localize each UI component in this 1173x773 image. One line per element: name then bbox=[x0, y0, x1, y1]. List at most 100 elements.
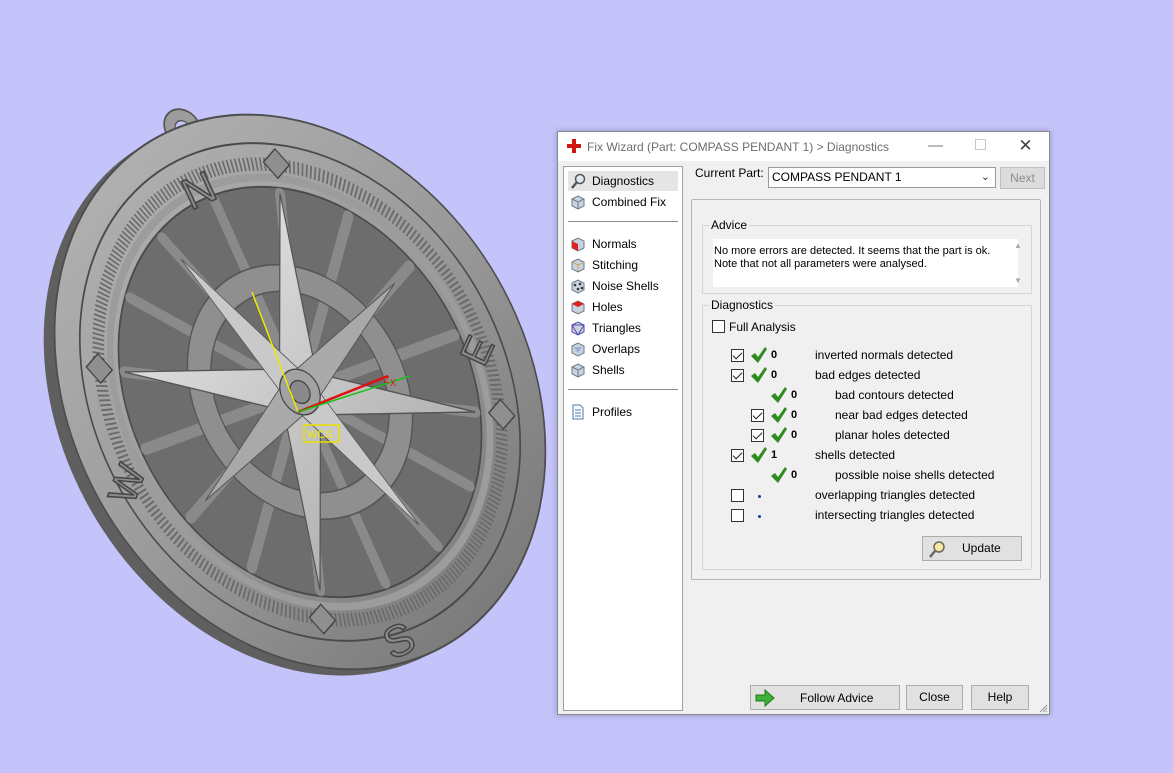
green-check-icon bbox=[771, 387, 787, 403]
nav-divider bbox=[568, 221, 678, 222]
advice-title: Advice bbox=[709, 218, 750, 232]
axis-z-label: Z bbox=[384, 375, 390, 385]
cube-icon bbox=[571, 195, 585, 210]
diagnostic-checkbox[interactable] bbox=[751, 409, 764, 422]
update-label: Update bbox=[962, 541, 1001, 555]
diagnostic-checkbox[interactable] bbox=[731, 449, 744, 462]
diagnostic-checkbox[interactable] bbox=[751, 429, 764, 442]
document-icon bbox=[572, 404, 584, 420]
wcs-label: WCS bbox=[307, 429, 333, 441]
nav-item-combined-fix[interactable]: Combined Fix bbox=[568, 192, 678, 212]
nav-label-diagnostics: Diagnostics bbox=[592, 174, 655, 188]
diagnostic-label: near bad edges detected bbox=[835, 408, 968, 422]
advice-line-1: No more errors are detected. It seems th… bbox=[714, 245, 991, 257]
diagnostic-label: bad edges detected bbox=[815, 368, 921, 382]
red-cross-icon bbox=[567, 139, 581, 153]
diagnostic-count: 0 bbox=[791, 469, 798, 481]
resize-grip-icon[interactable] bbox=[1038, 703, 1048, 713]
current-part-label: Current Part: bbox=[695, 166, 764, 180]
advice-line-2: Note that not all parameters were analys… bbox=[714, 258, 927, 270]
nav-divider bbox=[568, 389, 678, 390]
scroll-up-icon[interactable]: ▲ bbox=[1010, 241, 1026, 250]
magnifier-icon bbox=[571, 173, 586, 189]
diagnostic-count: 0 bbox=[771, 349, 778, 361]
normals-cube-icon bbox=[571, 237, 585, 252]
close-button[interactable]: Close bbox=[906, 685, 963, 710]
diagnostic-checkbox[interactable] bbox=[731, 509, 744, 522]
advice-text-box[interactable]: No more errors are detected. It seems th… bbox=[713, 239, 1018, 287]
diagnostics-title: Diagnostics bbox=[709, 298, 776, 312]
diagnostic-label: inverted normals detected bbox=[815, 348, 954, 362]
diagnostic-label: shells detected bbox=[815, 448, 896, 462]
scroll-down-icon[interactable]: ▼ bbox=[1010, 276, 1026, 285]
nav-label-stitching: Stitching bbox=[592, 258, 639, 272]
holes-cube-icon bbox=[571, 300, 585, 315]
nav-item-triangles[interactable]: Triangles bbox=[568, 318, 678, 338]
nav-label-profiles: Profiles bbox=[592, 405, 633, 419]
not-analysed-dot-icon bbox=[758, 495, 761, 498]
nav-item-profiles[interactable]: Profiles bbox=[568, 402, 678, 422]
green-check-icon bbox=[771, 467, 787, 483]
full-analysis-checkbox[interactable] bbox=[712, 320, 725, 333]
nav-item-noise-shells[interactable]: Noise Shells bbox=[568, 276, 678, 296]
current-part-value: COMPASS PENDANT 1 bbox=[772, 170, 902, 184]
green-check-icon bbox=[771, 427, 787, 443]
axis-x-label: X bbox=[390, 378, 396, 388]
title-bar[interactable]: Fix Wizard (Part: COMPASS PENDANT 1) > D… bbox=[558, 132, 1049, 161]
current-part-select[interactable]: COMPASS PENDANT 1 ⌄ bbox=[768, 167, 996, 188]
window-title: Fix Wizard (Part: COMPASS PENDANT 1) > D… bbox=[587, 140, 889, 154]
magnifier-icon bbox=[929, 541, 945, 558]
diagnostic-count: 0 bbox=[791, 409, 798, 421]
green-check-icon bbox=[751, 447, 767, 463]
diagnostic-count: 0 bbox=[791, 429, 798, 441]
next-button[interactable]: Next bbox=[1000, 167, 1045, 189]
nav-label-normals: Normals bbox=[592, 237, 637, 251]
nav-item-diagnostics[interactable]: Diagnostics bbox=[568, 171, 678, 191]
diagnostic-label: overlapping triangles detected bbox=[815, 488, 976, 502]
nav-label-triangles: Triangles bbox=[592, 321, 641, 335]
noise-shells-icon bbox=[571, 279, 585, 294]
green-arrow-icon bbox=[755, 689, 775, 707]
help-button[interactable]: Help bbox=[971, 685, 1029, 710]
chevron-down-icon: ⌄ bbox=[980, 171, 990, 183]
green-check-icon bbox=[751, 347, 767, 363]
diagnostic-count: 0 bbox=[791, 389, 798, 401]
follow-advice-button[interactable]: Follow Advice bbox=[750, 685, 900, 710]
minimize-button[interactable]: — bbox=[913, 132, 958, 161]
triangles-cube-icon bbox=[571, 321, 585, 336]
not-analysed-dot-icon bbox=[758, 515, 761, 518]
green-check-icon bbox=[771, 407, 787, 423]
nav-item-overlaps[interactable]: Overlaps bbox=[568, 339, 678, 359]
maximize-button[interactable]: ☐ bbox=[958, 132, 1003, 161]
3d-viewport[interactable]: N E S W X Z WCS bbox=[0, 0, 560, 770]
advice-group: Advice No more errors are detected. It s… bbox=[702, 218, 1032, 294]
nav-item-stitching[interactable]: Stitching bbox=[568, 255, 678, 275]
diagnostic-count: 0 bbox=[771, 369, 778, 381]
compass-pendant-model: N E S W X Z WCS bbox=[43, 108, 547, 676]
fix-wizard-window: Fix Wizard (Part: COMPASS PENDANT 1) > D… bbox=[557, 131, 1050, 715]
nav-label-noise-shells: Noise Shells bbox=[592, 279, 659, 293]
nav-label-shells: Shells bbox=[592, 363, 625, 377]
nav-label-overlaps: Overlaps bbox=[592, 342, 641, 356]
overlaps-cube-icon bbox=[571, 342, 585, 357]
diagnostic-label: bad contours detected bbox=[835, 388, 954, 402]
stitching-cube-icon bbox=[571, 258, 585, 273]
diagnostic-checkbox[interactable] bbox=[731, 349, 744, 362]
update-button[interactable]: Update bbox=[922, 536, 1022, 561]
diagnostic-label: planar holes detected bbox=[835, 428, 950, 442]
follow-advice-label: Follow Advice bbox=[800, 691, 874, 705]
nav-panel: Diagnostics Combined Fix Normals Stitchi… bbox=[563, 166, 683, 711]
nav-item-shells[interactable]: Shells bbox=[568, 360, 678, 380]
diagnostic-label: intersecting triangles detected bbox=[815, 508, 975, 522]
nav-item-normals[interactable]: Normals bbox=[568, 234, 678, 254]
shells-cube-icon bbox=[571, 363, 585, 378]
green-check-icon bbox=[751, 367, 767, 383]
close-window-button[interactable]: ✕ bbox=[1003, 132, 1048, 161]
diagnostic-count: 1 bbox=[771, 449, 778, 461]
advice-scrollbar[interactable]: ▲ ▼ bbox=[1010, 239, 1026, 287]
diagnostic-checkbox[interactable] bbox=[731, 369, 744, 382]
full-analysis-label: Full Analysis bbox=[729, 320, 796, 334]
diagnostic-label: possible noise shells detected bbox=[835, 468, 995, 482]
nav-item-holes[interactable]: Holes bbox=[568, 297, 678, 317]
diagnostic-checkbox[interactable] bbox=[731, 489, 744, 502]
